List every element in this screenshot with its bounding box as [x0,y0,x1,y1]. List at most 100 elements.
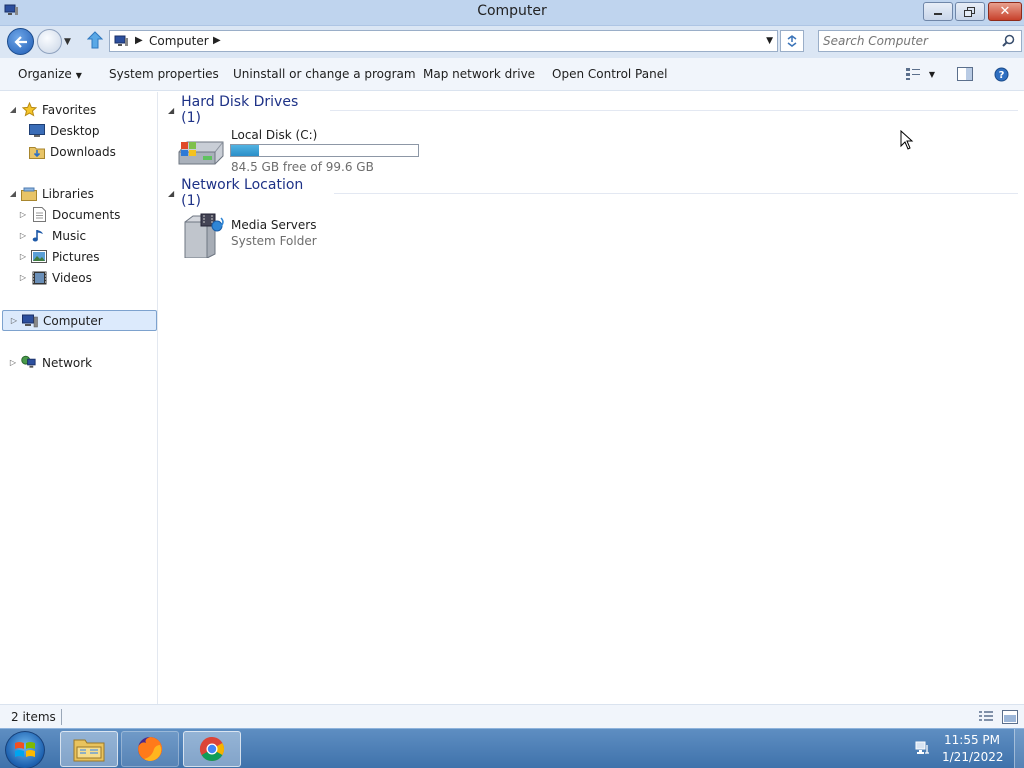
start-button[interactable] [5,731,45,768]
status-bar: 2 items [0,704,1024,728]
nav-network[interactable]: ▷ Network [8,352,92,373]
organize-button[interactable]: Organize ▼ [18,67,82,81]
taskbar-chrome[interactable] [183,731,241,767]
firefox-icon [138,736,163,761]
help-button[interactable]: ? [992,66,1010,82]
minimize-icon [934,12,942,15]
collapsed-arrow-icon[interactable]: ▷ [9,316,19,325]
search-box[interactable] [818,30,1022,52]
breadcrumb-computer[interactable]: Computer [149,34,209,48]
map-network-drive-button[interactable]: Map network drive [423,67,535,81]
up-arrow-button[interactable] [86,31,104,51]
hard-drive-icon [178,141,224,165]
up-arrow-icon [86,31,104,49]
breadcrumb-separator-icon[interactable]: ▶ [213,35,221,46]
pictures-icon [31,250,47,264]
nav-label: Desktop [50,123,100,138]
refresh-button[interactable] [780,30,804,52]
windows-logo-icon [15,742,35,757]
group-header-network-location[interactable]: ◢ Network Location (1) [168,177,1018,209]
drive-usage-bar [230,144,419,157]
expanded-arrow-icon[interactable]: ◢ [168,106,174,115]
nav-label: Downloads [50,144,116,159]
search-input[interactable] [823,33,993,49]
nav-desktop[interactable]: Desktop [26,120,100,141]
recent-locations-dropdown[interactable]: ▼ [64,37,71,47]
collapsed-arrow-icon[interactable]: ▷ [18,250,28,264]
view-options-icon [905,68,920,80]
title-bar: Computer ✕ [0,0,1024,26]
close-button[interactable]: ✕ [988,2,1022,21]
group-header-hard-disk-drives[interactable]: ◢ Hard Disk Drives (1) [168,94,1018,126]
window-title: Computer [477,3,547,19]
music-note-icon [31,229,47,243]
address-dropdown-icon[interactable]: ▼ [766,36,773,46]
computer-icon [114,35,128,46]
nav-libraries[interactable]: ◢ Libraries [8,183,94,204]
address-bar[interactable]: ▶ Computer ▶ ▼ [109,30,778,52]
collapsed-arrow-icon[interactable]: ▷ [18,273,28,282]
nav-videos[interactable]: ▷ Videos [18,267,92,288]
details-view-icon[interactable] [978,710,994,724]
media-servers-name: Media Servers [231,218,317,232]
taskbar-file-explorer[interactable] [60,731,118,767]
collapsed-arrow-icon[interactable]: ▷ [18,210,28,219]
nav-music[interactable]: ▷ Music [18,225,86,246]
help-icon: ? [994,67,1008,81]
search-icon[interactable] [1002,34,1015,47]
expanded-arrow-icon[interactable]: ◢ [168,189,174,198]
expanded-arrow-icon[interactable]: ◢ [8,105,18,114]
documents-icon [31,207,47,222]
video-film-icon [31,271,47,285]
group-title: Network Location (1) [181,177,304,209]
uninstall-program-button[interactable]: Uninstall or change a program [233,67,416,81]
back-button[interactable] [7,28,34,55]
downloads-folder-icon [29,145,45,159]
nav-documents[interactable]: ▷ Documents [18,204,120,225]
star-icon [21,102,37,117]
system-properties-button[interactable]: System properties [109,67,219,81]
nav-label: Music [52,228,87,243]
minimize-button[interactable] [923,2,953,21]
navigation-row: ▼ ▶ Computer ▶ ▼ [0,26,1024,58]
forward-button[interactable] [37,29,62,54]
collapsed-arrow-icon[interactable]: ▷ [8,358,18,367]
svg-text:?: ? [998,70,1004,81]
nav-computer[interactable]: ▷ Computer [2,310,157,331]
drive-usage-fill [231,145,260,156]
desktop-icon [29,124,45,138]
refresh-icon [787,35,797,47]
expanded-arrow-icon[interactable]: ◢ [8,189,18,198]
nav-label: Computer [43,313,103,328]
item-count: 2 items [11,710,56,724]
preview-pane-button[interactable] [956,66,974,82]
group-title: Hard Disk Drives (1) [181,94,299,126]
collapsed-arrow-icon[interactable]: ▷ [18,231,28,240]
restore-button[interactable] [955,2,985,21]
large-icons-view-icon[interactable] [1002,710,1018,724]
local-disk-c[interactable]: Local Disk (C:) 84.5 GB free of 99.6 GB [177,126,437,176]
nav-label: Favorites [42,102,97,117]
breadcrumb-separator-icon[interactable]: ▶ [135,35,143,46]
clock-date[interactable]: 1/21/2022 [942,750,1004,764]
command-bar: Organize ▼ System properties Uninstall or… [0,58,1024,91]
back-arrow-icon [13,35,27,48]
nav-label: Network [42,355,93,370]
computer-icon [22,314,38,328]
show-desktop-button[interactable] [1014,729,1024,768]
close-icon: ✕ [999,4,1011,19]
nav-favorites[interactable]: ◢ Favorites [8,99,96,120]
nav-downloads[interactable]: Downloads [26,141,116,162]
open-control-panel-button[interactable]: Open Control Panel [552,67,667,81]
change-view-button[interactable]: ▼ [901,66,939,82]
nav-pictures[interactable]: ▷ Pictures [18,246,100,267]
drive-name: Local Disk (C:) [231,128,318,142]
mouse-cursor-icon [900,130,914,150]
taskbar-firefox[interactable] [121,731,179,767]
media-servers-item[interactable]: Media Servers System Folder [181,208,381,260]
clock-time[interactable]: 11:55 PM [942,733,1002,747]
network-status-icon[interactable] [915,741,931,755]
taskbar: 11:55 PM 1/21/2022 [0,728,1024,768]
restore-icon [964,6,975,17]
navigation-pane: ◢ Favorites Desktop Downloads ◢ Librarie… [0,92,158,704]
